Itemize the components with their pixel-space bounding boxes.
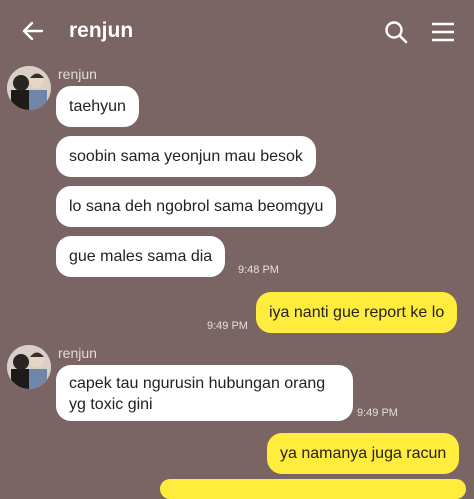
sender-name: renjun: [58, 345, 97, 361]
hamburger-menu-icon: [432, 22, 454, 42]
arrow-left-icon: [22, 21, 44, 41]
message-bubble-outgoing[interactable]: iya nanti gue report ke lo: [256, 292, 458, 333]
message-bubble-outgoing[interactable]: ya namanya juga racun: [267, 433, 460, 474]
message-bubble-outgoing-partial[interactable]: [160, 479, 466, 499]
chat-title: renjun: [69, 19, 134, 42]
message-bubble[interactable]: gue males sama dia: [56, 236, 226, 277]
contact-avatar[interactable]: [7, 66, 51, 110]
search-icon: [385, 21, 408, 44]
menu-button[interactable]: [430, 19, 456, 45]
back-button[interactable]: [20, 18, 46, 44]
message-bubble[interactable]: taehyun: [56, 86, 139, 127]
message-bubble[interactable]: lo sana deh ngobrol sama beomgyu: [56, 186, 337, 227]
message-bubble[interactable]: capek tau ngurusin hubungan orang yg tox…: [56, 365, 353, 421]
message-timestamp: 9:48 PM: [238, 264, 279, 276]
sender-name: renjun: [58, 66, 97, 82]
message-timestamp: 9:49 PM: [357, 407, 398, 419]
message-bubble[interactable]: soobin sama yeonjun mau besok: [56, 136, 316, 177]
contact-avatar[interactable]: [7, 345, 51, 389]
search-button[interactable]: [383, 19, 409, 45]
message-timestamp: 9:49 PM: [207, 320, 248, 332]
chat-header: renjun: [0, 0, 474, 62]
